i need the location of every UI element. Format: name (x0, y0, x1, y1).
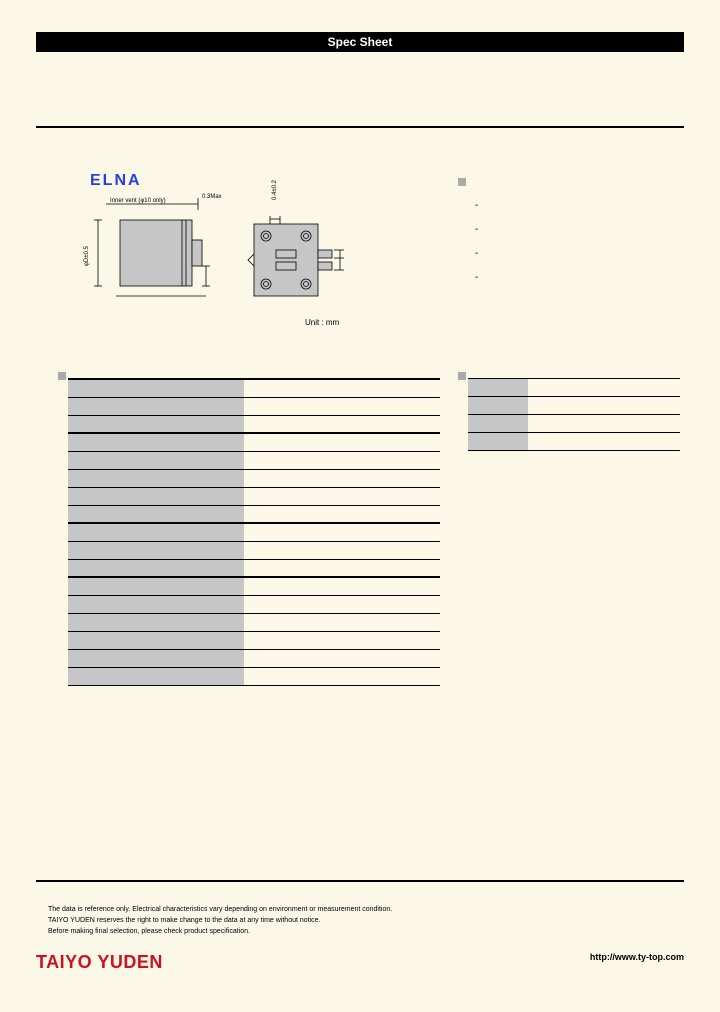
table-row (68, 433, 440, 451)
dim-value-cell (528, 397, 680, 415)
table-row (68, 667, 440, 685)
spec-value-cell (244, 487, 440, 505)
spec-label-cell (68, 487, 244, 505)
spec-value-cell (244, 667, 440, 685)
notes-list: - - - - (475, 194, 478, 290)
spec-value-cell (244, 469, 440, 487)
spec-label-cell (68, 559, 244, 577)
spec-label-cell (68, 595, 244, 613)
bullet-dimensions-icon (458, 372, 466, 380)
dim-dia-label: φD±0.5 (84, 246, 90, 266)
spec-label-cell (68, 397, 244, 415)
spec-value-cell (244, 595, 440, 613)
spec-label-cell (68, 451, 244, 469)
spec-value-cell (244, 415, 440, 433)
spec-value-cell (244, 433, 440, 451)
unit-label: Unit : mm (305, 318, 339, 327)
disclaimer-text: The data is reference only. Electrical c… (48, 904, 392, 937)
spec-label-cell (68, 613, 244, 631)
disclaimer-line: TAIYO YUDEN reserves the right to make c… (48, 915, 392, 926)
divider-bottom (36, 880, 684, 882)
dimensions-table (468, 378, 680, 451)
table-row (68, 487, 440, 505)
table-row (68, 523, 440, 541)
technical-drawing: Inner vent (φ10 only) 0.3Max 0.4±0.2 φD±… (86, 196, 346, 316)
dim-value-cell (528, 379, 680, 397)
table-row (68, 649, 440, 667)
dim-label-cell (468, 397, 528, 415)
table-row (68, 595, 440, 613)
spec-value-cell (244, 397, 440, 415)
note-line: - (475, 266, 478, 290)
spec-value-cell (244, 631, 440, 649)
table-row (68, 541, 440, 559)
table-row (68, 415, 440, 433)
note-line: - (475, 194, 478, 218)
spec-value-cell (244, 559, 440, 577)
spec-label-cell (68, 469, 244, 487)
spec-sheet-title-bar: Spec Sheet (36, 32, 684, 52)
table-row (468, 415, 680, 433)
note-line: - (475, 218, 478, 242)
dim-label-cell (468, 379, 528, 397)
spec-value-cell (244, 541, 440, 559)
table-row (68, 613, 440, 631)
spec-value-cell (244, 613, 440, 631)
disclaimer-line: Before making final selection, please ch… (48, 926, 392, 937)
table-row (468, 379, 680, 397)
table-row (68, 631, 440, 649)
bullet-notes-icon (458, 178, 466, 186)
bullet-specs-icon (58, 372, 66, 380)
gap-label: 0.3Max (202, 194, 222, 200)
spec-label-cell (68, 541, 244, 559)
dim-right-label: 0.4±0.2 (272, 180, 278, 200)
spec-label-cell (68, 577, 244, 595)
table-row (468, 433, 680, 451)
spec-label-cell (68, 433, 244, 451)
dim-label-cell (468, 433, 528, 451)
table-row (68, 379, 440, 397)
spec-value-cell (244, 577, 440, 595)
table-row (68, 469, 440, 487)
table-row (68, 505, 440, 523)
spec-label-cell (68, 649, 244, 667)
spec-label-cell (68, 631, 244, 649)
spec-label-cell (68, 379, 244, 397)
spec-value-cell (244, 379, 440, 397)
dim-label-cell (468, 415, 528, 433)
table-row (68, 559, 440, 577)
disclaimer-line: The data is reference only. Electrical c… (48, 904, 392, 915)
company-url: http://www.ty-top.com (590, 952, 684, 962)
table-row (68, 577, 440, 595)
spec-label-cell (68, 667, 244, 685)
spec-value-cell (244, 523, 440, 541)
spec-value-cell (244, 505, 440, 523)
table-row (68, 451, 440, 469)
note-line: - (475, 242, 478, 266)
title-text: Spec Sheet (328, 35, 393, 49)
vent-label: Inner vent (φ10 only) (110, 198, 166, 204)
divider-top (36, 126, 684, 128)
spec-value-cell (244, 451, 440, 469)
spec-value-cell (244, 649, 440, 667)
dim-value-cell (528, 415, 680, 433)
spec-label-cell (68, 505, 244, 523)
elna-logo: ELNA (90, 172, 142, 190)
table-row (68, 397, 440, 415)
dim-value-cell (528, 433, 680, 451)
spec-label-cell (68, 415, 244, 433)
table-row (468, 397, 680, 415)
specifications-table (68, 378, 440, 686)
spec-label-cell (68, 523, 244, 541)
taiyo-yuden-logo: TAIYO YUDEN (36, 952, 163, 973)
